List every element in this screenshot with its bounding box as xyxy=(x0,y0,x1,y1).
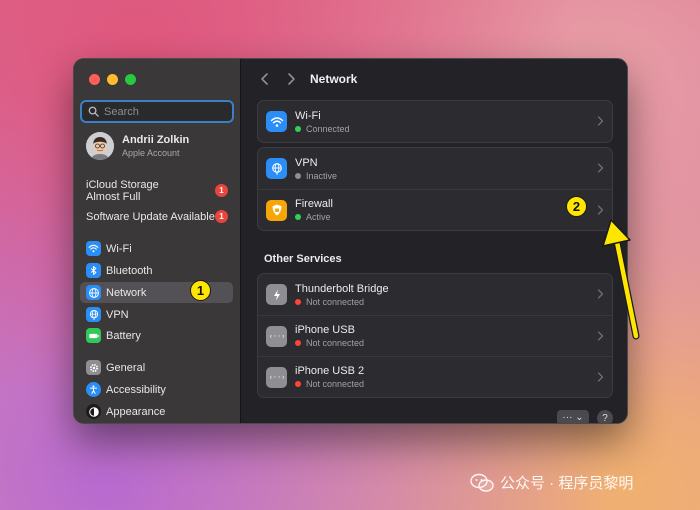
icloud-notice-line2: Almost Full xyxy=(86,191,141,203)
sidebar-item-label: Appearance xyxy=(106,405,166,418)
service-row-iphone-usb[interactable]: ‹··› iPhone USB Not connected xyxy=(258,315,612,356)
software-update-label: Software Update Available xyxy=(86,211,215,223)
primary-services-group: Wi-Fi Connected xyxy=(257,100,613,143)
zoom-button[interactable] xyxy=(125,74,136,85)
help-button[interactable]: ? xyxy=(597,410,613,423)
annotation-arrow xyxy=(602,219,640,340)
icloud-badge: 1 xyxy=(215,184,228,197)
sidebar-item-label: Bluetooth xyxy=(106,264,153,277)
other-services-heading: Other Services xyxy=(264,253,342,265)
chevron-right-icon xyxy=(597,372,604,382)
chevron-right-icon xyxy=(597,205,604,215)
service-status: Inactive xyxy=(306,170,338,181)
watermark: 公众号 · 程序员黎明 xyxy=(470,472,633,493)
forward-chevron-icon[interactable] xyxy=(284,71,298,87)
sidebar-item-label: Wi-Fi xyxy=(106,242,132,255)
service-name: Firewall xyxy=(295,198,333,210)
status-dot xyxy=(295,172,301,179)
window-controls xyxy=(89,74,136,85)
sidebar: Andrii Zolkin Apple Account iCloud Stora… xyxy=(74,59,241,423)
avatar xyxy=(86,132,114,160)
accessibility-icon xyxy=(86,382,101,397)
sidebar-item-bluetooth[interactable]: Bluetooth xyxy=(80,260,233,281)
service-name: Wi-Fi xyxy=(295,109,321,122)
thunderbolt-icon xyxy=(266,284,287,305)
search-input[interactable] xyxy=(104,105,224,118)
other-services-group: Thunderbolt Bridge Not connected ‹··› iP… xyxy=(257,273,613,398)
step-1-callout: 1 xyxy=(190,280,211,301)
vpn-globe-icon xyxy=(86,307,101,322)
service-row-firewall[interactable]: Firewall Active xyxy=(258,189,612,230)
settings-window: Andrii Zolkin Apple Account iCloud Stora… xyxy=(73,58,628,424)
watermark-text: 公众号 · 程序员黎明 xyxy=(500,475,634,492)
toolbar: Network xyxy=(241,59,627,99)
page-title: Network xyxy=(310,72,358,86)
sidebar-item-vpn[interactable]: VPN xyxy=(80,304,233,325)
globe-icon xyxy=(86,285,101,300)
account-row[interactable]: Andrii Zolkin Apple Account xyxy=(86,132,189,160)
service-row-wifi[interactable]: Wi-Fi Connected xyxy=(258,101,612,142)
service-status: Connected xyxy=(306,123,350,134)
sidebar-item-label: General xyxy=(106,361,146,374)
service-row-iphone-usb-2[interactable]: ‹··› iPhone USB 2 Not connected xyxy=(258,356,612,397)
service-status: Active xyxy=(306,212,331,222)
wifi-icon xyxy=(86,241,101,256)
sidebar-item-battery[interactable]: Battery xyxy=(80,325,233,346)
service-status: Not connected xyxy=(306,338,365,348)
status-dot xyxy=(295,340,301,346)
firewall-shield-icon xyxy=(266,199,287,221)
sidebar-item-label: VPN xyxy=(106,308,129,321)
status-dot xyxy=(295,125,301,132)
search-icon xyxy=(88,106,99,117)
wechat-icon xyxy=(470,473,494,492)
search-field[interactable] xyxy=(80,100,234,123)
account-name: Andrii Zolkin xyxy=(122,134,190,146)
vpn-globe-icon xyxy=(266,158,287,179)
step-2-callout: 2 xyxy=(566,196,587,217)
service-status: Not connected xyxy=(306,296,365,307)
main-pane: Network Wi-Fi Connected VPN Inactive Fir… xyxy=(241,59,627,423)
service-name: iPhone USB 2 xyxy=(295,365,365,377)
iphone-usb-icon: ‹··› xyxy=(266,325,287,347)
sidebar-item-label: Network xyxy=(106,286,147,299)
service-row-vpn[interactable]: VPN Inactive xyxy=(258,148,612,189)
sidebar-item-label: Battery xyxy=(106,329,141,342)
vpn-firewall-group: VPN Inactive Firewall Active xyxy=(257,147,613,231)
service-row-thunderbolt-bridge[interactable]: Thunderbolt Bridge Not connected xyxy=(258,274,612,315)
icloud-storage-notice[interactable]: iCloud Storage Almost Full xyxy=(86,179,159,203)
appearance-icon xyxy=(86,404,101,419)
iphone-usb-icon: ‹··› xyxy=(266,366,287,388)
service-status: Not connected xyxy=(306,379,365,389)
gear-icon xyxy=(86,360,101,375)
sidebar-item-label: Accessibility xyxy=(106,383,166,396)
bluetooth-icon xyxy=(86,263,101,278)
chevron-right-icon xyxy=(597,163,604,173)
svg-text:‹··›: ‹··› xyxy=(270,333,284,341)
service-name: Thunderbolt Bridge xyxy=(295,282,389,295)
software-update-badge: 1 xyxy=(215,210,228,223)
status-dot xyxy=(295,298,301,305)
more-actions-button[interactable]: ··· ⌄ xyxy=(557,410,589,423)
service-name: VPN xyxy=(295,156,318,169)
service-name: iPhone USB xyxy=(295,324,355,336)
software-update-notice[interactable]: Software Update Available xyxy=(86,211,215,223)
sidebar-item-wifi[interactable]: Wi-Fi xyxy=(80,238,233,259)
icloud-notice-line1: iCloud Storage xyxy=(86,179,159,191)
battery-icon xyxy=(86,328,101,343)
svg-text:‹··›: ‹··› xyxy=(270,374,284,382)
sidebar-item-general[interactable]: General xyxy=(80,357,233,378)
back-chevron-icon[interactable] xyxy=(258,71,272,87)
status-dot xyxy=(295,381,301,387)
account-subtitle: Apple Account xyxy=(122,148,180,158)
minimize-button[interactable] xyxy=(107,74,118,85)
status-dot xyxy=(295,214,301,220)
sidebar-item-appearance[interactable]: Appearance xyxy=(80,401,233,422)
chevron-right-icon xyxy=(597,116,604,126)
close-button[interactable] xyxy=(89,74,100,85)
wifi-icon xyxy=(266,111,287,132)
sidebar-item-accessibility[interactable]: Accessibility xyxy=(80,379,233,400)
